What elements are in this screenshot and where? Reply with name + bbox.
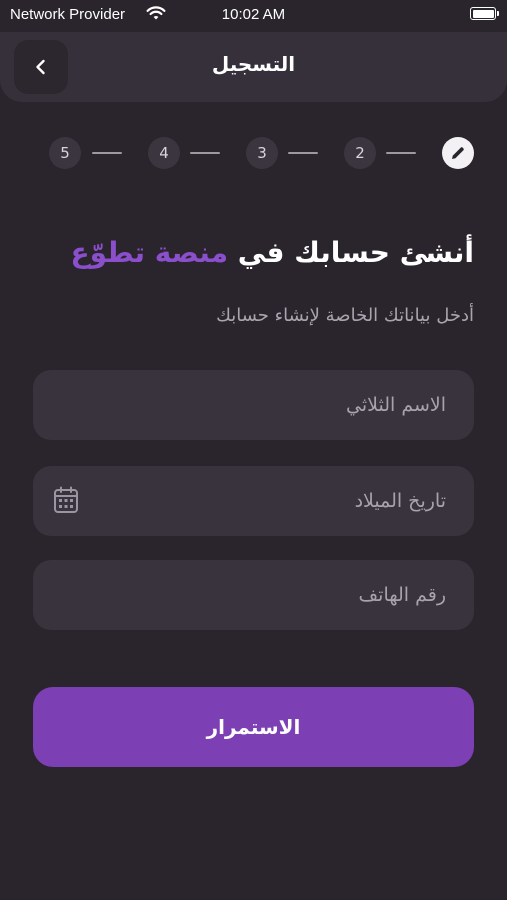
page-subheading: أدخل بياناتك الخاصة لإنشاء حسابك: [216, 305, 474, 326]
full-name-input[interactable]: الاسم الثلاثي: [33, 370, 474, 440]
clock: 10:02 AM: [221, 6, 286, 23]
step-4: 4: [148, 137, 180, 169]
calendar-icon[interactable]: [53, 486, 79, 518]
heading-accent: منصة تطوّع: [70, 236, 229, 269]
phone-input[interactable]: رقم الهاتف: [33, 560, 474, 630]
birth-date-placeholder: تاريخ الميلاد: [354, 490, 446, 512]
app-header: التسجيل: [0, 32, 507, 102]
step-5: 5: [49, 137, 81, 169]
step-connector: [288, 152, 318, 154]
page-heading: أنشئ حسابك في منصة تطوّع: [70, 236, 474, 269]
step-indicator: 5 4 3 2: [0, 132, 507, 174]
step-connector: [92, 152, 122, 154]
birth-date-input[interactable]: تاريخ الميلاد: [33, 466, 474, 536]
continue-button[interactable]: الاستمرار: [33, 687, 474, 767]
status-bar: Network Provider 10:02 AM: [0, 0, 507, 32]
step-1-current: [442, 137, 474, 169]
step-connector: [190, 152, 220, 154]
phone-placeholder: رقم الهاتف: [358, 584, 446, 606]
page-title: التسجيل: [211, 52, 296, 76]
step-3: 3: [246, 137, 278, 169]
battery-icon: [470, 7, 499, 20]
heading-main: أنشئ حسابك في: [228, 236, 474, 269]
step-connector: [386, 152, 416, 154]
pencil-icon: [452, 147, 464, 159]
full-name-placeholder: الاسم الثلاثي: [346, 394, 446, 416]
step-2: 2: [344, 137, 376, 169]
